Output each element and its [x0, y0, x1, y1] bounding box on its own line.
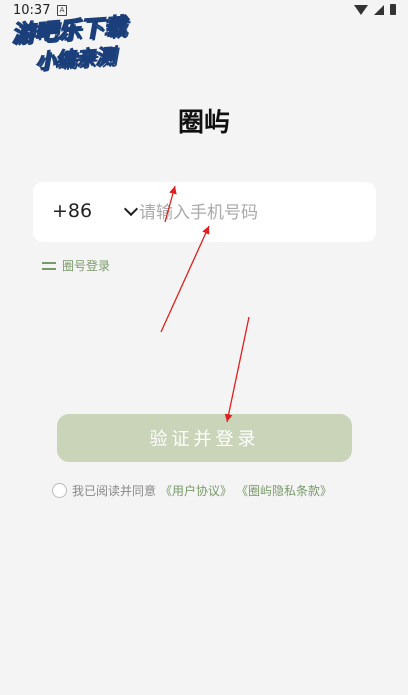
switch-login-method-button[interactable]: 圈号登录 [42, 257, 110, 274]
status-icons [354, 4, 396, 15]
wifi-icon [354, 4, 368, 15]
user-agreement-link[interactable]: 《用户协议》 [160, 482, 232, 499]
agreement-prefix: 我已阅读并同意 [72, 484, 157, 498]
privacy-policy-link[interactable]: 《圈屿隐私条款》 [236, 482, 332, 499]
chevron-down-icon[interactable] [123, 201, 139, 217]
country-code[interactable]: +86 [52, 200, 92, 222]
agree-checkbox[interactable] [52, 483, 67, 498]
phone-input-card: +86 [33, 182, 376, 242]
watermark-logo: 游吧乐下载 小编亲测 [10, 5, 154, 75]
app-title: 圈屿 [177, 108, 230, 138]
signal-icon [374, 4, 384, 15]
battery-icon [390, 4, 396, 15]
annotation-arrow-3 [224, 316, 250, 423]
verify-login-button[interactable]: 验证并登录 [57, 414, 352, 462]
agreement-row: 我已阅读并同意 《用户协议》 《圈屿隐私条款》 [52, 482, 332, 499]
swap-icon [42, 260, 56, 272]
switch-login-label: 圈号登录 [62, 259, 111, 273]
phone-number-input[interactable] [137, 196, 361, 230]
